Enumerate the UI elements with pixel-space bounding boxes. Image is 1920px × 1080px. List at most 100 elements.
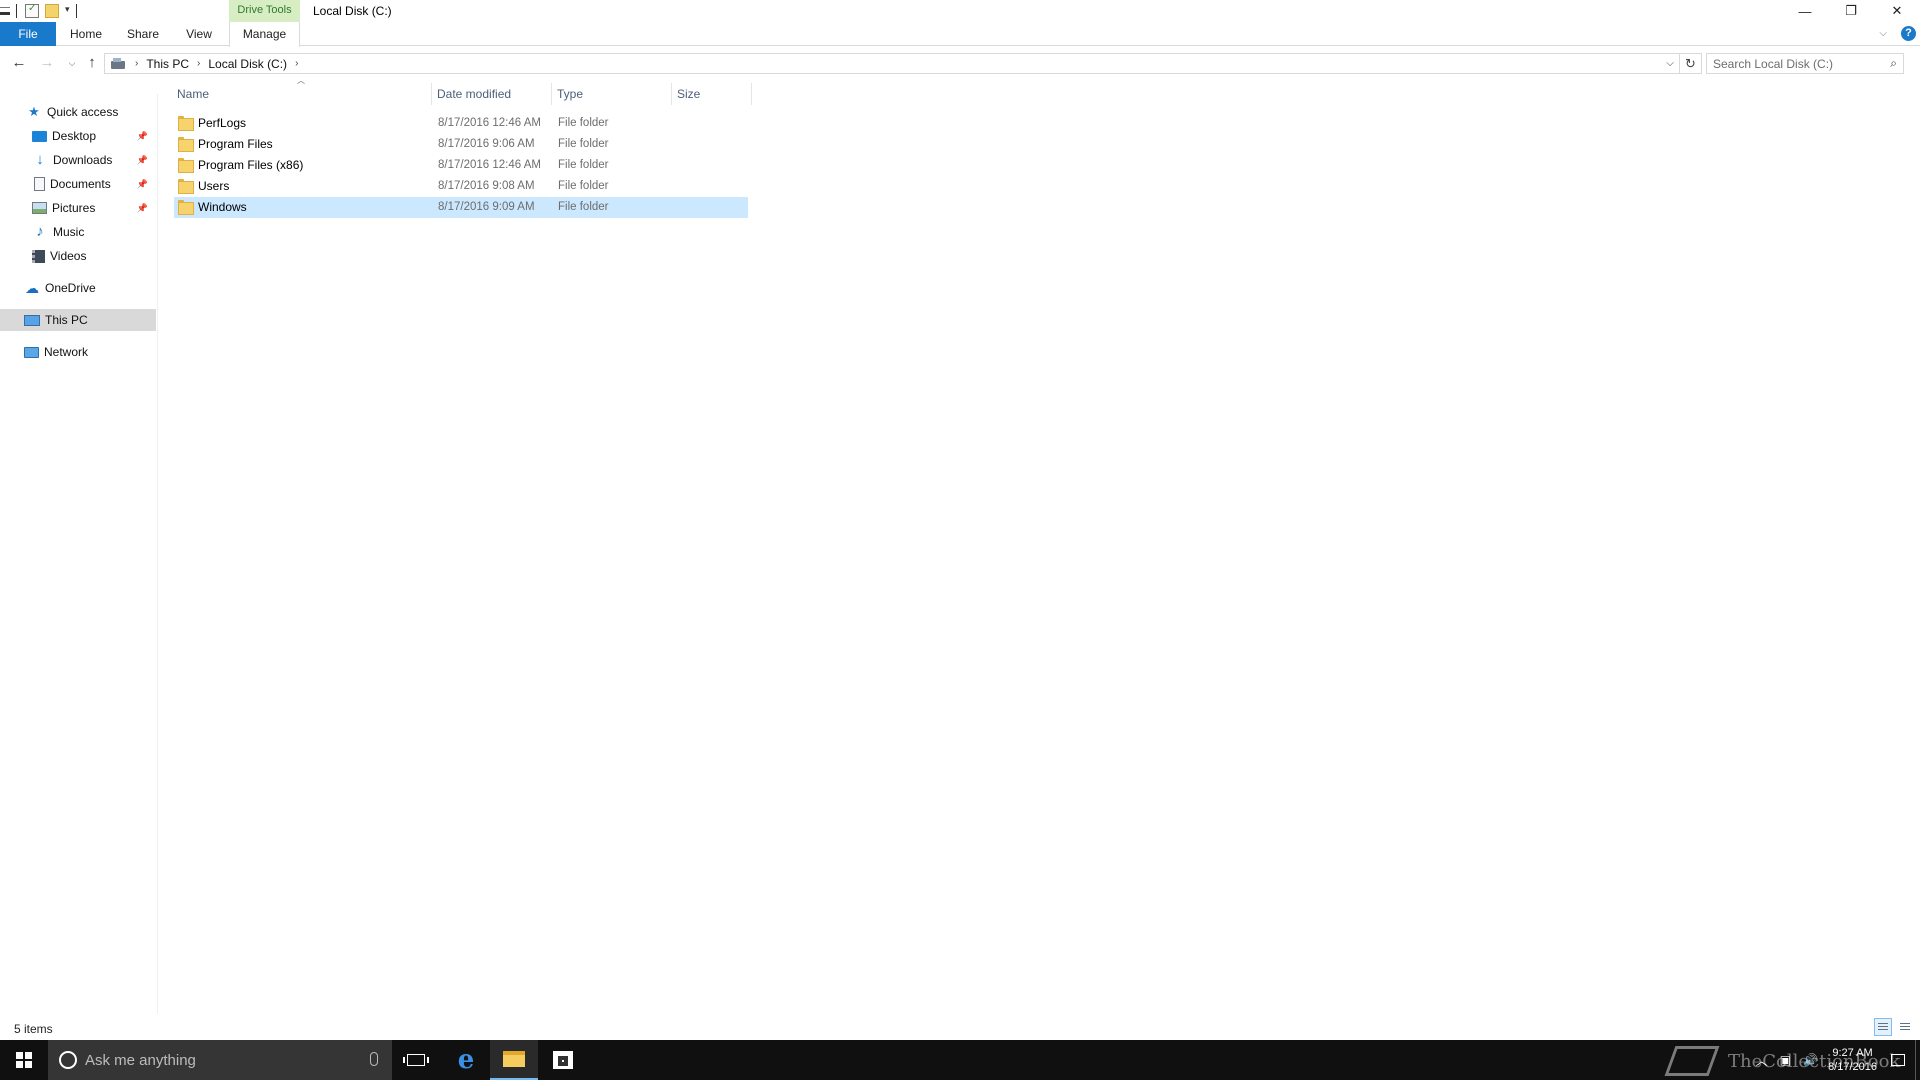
- refresh-icon[interactable]: ↻: [1679, 54, 1701, 73]
- ribbon-right-controls: ⌵ ?: [1879, 26, 1916, 41]
- sidebar-item-label: Downloads: [53, 153, 113, 167]
- sidebar-item-network[interactable]: Network: [0, 341, 156, 363]
- breadcrumb-local-disk[interactable]: Local Disk (C:): [208, 57, 287, 71]
- pin-icon[interactable]: 📌: [137, 155, 148, 166]
- new-folder-icon[interactable]: [45, 4, 59, 18]
- minimize-button[interactable]: —: [1782, 0, 1828, 22]
- file-date-modified: 8/17/2016 9:06 AM: [438, 138, 535, 150]
- pin-icon[interactable]: 📌: [137, 203, 148, 214]
- restore-button[interactable]: ❐: [1828, 0, 1874, 22]
- star-icon: ★: [28, 104, 40, 119]
- column-header-name[interactable]: Name: [172, 83, 432, 105]
- search-icon[interactable]: ⌕: [1890, 56, 1897, 71]
- show-desktop-button[interactable]: [1915, 1040, 1920, 1080]
- task-view-icon: [403, 1054, 429, 1066]
- show-hidden-icons-chevron-icon[interactable]: ︿: [1756, 1052, 1768, 1069]
- file-date-modified: 8/17/2016 12:46 AM: [438, 117, 541, 129]
- file-row-selected[interactable]: Windows 8/17/2016 9:09 AM File folder: [174, 197, 748, 218]
- music-icon: ♪: [36, 223, 44, 240]
- tab-view[interactable]: View: [180, 22, 218, 46]
- sidebar-item-pictures[interactable]: Pictures 📌: [0, 197, 156, 219]
- tab-file[interactable]: File: [0, 22, 56, 46]
- cortana-search-box[interactable]: Ask me anything: [48, 1040, 392, 1080]
- sidebar-item-desktop[interactable]: Desktop 📌: [0, 125, 156, 147]
- store-taskbar-button[interactable]: [539, 1040, 587, 1080]
- book-icon: [1664, 1046, 1720, 1076]
- sidebar-item-label: This PC: [45, 313, 88, 327]
- volume-icon[interactable]: 🔊: [1803, 1053, 1818, 1067]
- search-box[interactable]: ⌕: [1706, 53, 1904, 74]
- documents-icon: [34, 177, 45, 191]
- sidebar-item-music[interactable]: ♪ Music: [0, 221, 156, 243]
- address-bar[interactable]: › This PC › Local Disk (C:) › ⌵ ↻: [104, 53, 1702, 74]
- file-row[interactable]: PerfLogs 8/17/2016 12:46 AM File folder: [174, 113, 748, 134]
- pin-icon[interactable]: 📌: [137, 179, 148, 190]
- view-switcher: [1874, 1018, 1914, 1036]
- back-arrow-icon[interactable]: ←: [9, 53, 29, 73]
- task-view-button[interactable]: [392, 1040, 440, 1080]
- action-center-icon[interactable]: [1891, 1054, 1905, 1066]
- customize-toolbar-chevron-icon[interactable]: ▾: [65, 4, 70, 18]
- file-row[interactable]: Users 8/17/2016 9:08 AM File folder: [174, 176, 748, 197]
- sidebar-item-downloads[interactable]: ↓ Downloads 📌: [0, 149, 156, 171]
- status-bar: 5 items: [0, 1018, 1920, 1038]
- properties-icon[interactable]: [25, 3, 39, 18]
- clock[interactable]: 9:27 AM 8/17/2016: [1828, 1046, 1877, 1074]
- ribbon-tabs: File Home Share View Manage ⌵ ?: [0, 22, 1920, 47]
- column-header-size[interactable]: Size: [672, 83, 752, 105]
- toolbar-separator: [16, 4, 17, 18]
- start-button[interactable]: [0, 1040, 48, 1080]
- quick-access-toolbar: ▾: [0, 2, 85, 20]
- column-header-type[interactable]: Type: [552, 83, 672, 105]
- close-button[interactable]: ✕: [1874, 0, 1920, 22]
- column-header-date-modified[interactable]: Date modified: [432, 83, 552, 105]
- breadcrumb-this-pc[interactable]: This PC: [146, 57, 189, 71]
- file-type: File folder: [558, 159, 609, 171]
- file-explorer-icon: [503, 1051, 525, 1067]
- sidebar-item-videos[interactable]: Videos: [0, 245, 156, 267]
- help-icon[interactable]: ?: [1901, 26, 1916, 41]
- forward-arrow-icon[interactable]: →: [37, 53, 57, 73]
- file-name: Program Files: [198, 137, 273, 151]
- microphone-icon[interactable]: [370, 1052, 378, 1066]
- file-row[interactable]: Program Files 8/17/2016 9:06 AM File fol…: [174, 134, 748, 155]
- breadcrumb-chevron-icon[interactable]: ›: [135, 58, 138, 69]
- file-type: File folder: [558, 180, 609, 192]
- recent-locations-chevron-icon[interactable]: ⌵: [62, 53, 82, 73]
- network-icon: [24, 346, 39, 358]
- clock-time: 9:27 AM: [1832, 1047, 1873, 1059]
- drive-icon: [111, 57, 127, 70]
- pin-icon[interactable]: 📌: [137, 131, 148, 142]
- desktop-icon: [32, 130, 47, 142]
- sidebar-item-onedrive[interactable]: ☁ OneDrive: [0, 277, 156, 299]
- sidebar-item-label: Documents: [50, 177, 111, 191]
- up-arrow-icon[interactable]: ↑: [82, 53, 102, 73]
- large-icons-view-icon[interactable]: [1896, 1018, 1914, 1036]
- sidebar-item-quick-access[interactable]: ★ Quick access: [0, 101, 156, 123]
- details-view-icon[interactable]: [1874, 1018, 1892, 1036]
- tab-share[interactable]: Share: [123, 22, 163, 46]
- tab-home[interactable]: Home: [66, 22, 106, 46]
- cloud-icon: ☁: [25, 280, 39, 296]
- folder-icon: [178, 137, 194, 152]
- taskbar: Ask me anything e TheCollectionBook ︿ ▣ …: [0, 1040, 1920, 1080]
- sidebar-item-label: Desktop: [52, 129, 97, 143]
- cortana-icon: [59, 1051, 77, 1069]
- file-explorer-taskbar-button[interactable]: [490, 1040, 538, 1080]
- search-input[interactable]: [1713, 56, 1883, 71]
- expand-ribbon-chevron-icon[interactable]: ⌵: [1879, 28, 1887, 39]
- downloads-icon: ↓: [36, 151, 44, 168]
- file-date-modified: 8/17/2016 9:09 AM: [438, 201, 535, 213]
- network-tray-icon[interactable]: ▣: [1780, 1053, 1791, 1067]
- tab-manage[interactable]: Manage: [229, 22, 300, 47]
- file-row[interactable]: Program Files (x86) 8/17/2016 12:46 AM F…: [174, 155, 748, 176]
- sidebar-item-documents[interactable]: Documents 📌: [0, 173, 156, 195]
- edge-taskbar-button[interactable]: e: [442, 1040, 490, 1080]
- file-date-modified: 8/17/2016 12:46 AM: [438, 159, 541, 171]
- file-name: PerfLogs: [198, 116, 247, 130]
- address-history-chevron-icon[interactable]: ⌵: [1661, 54, 1679, 73]
- breadcrumb-chevron-icon[interactable]: ›: [197, 58, 200, 69]
- drive-icon: [0, 7, 10, 15]
- breadcrumb-chevron-icon[interactable]: ›: [295, 58, 298, 69]
- sidebar-item-this-pc[interactable]: This PC: [0, 309, 156, 331]
